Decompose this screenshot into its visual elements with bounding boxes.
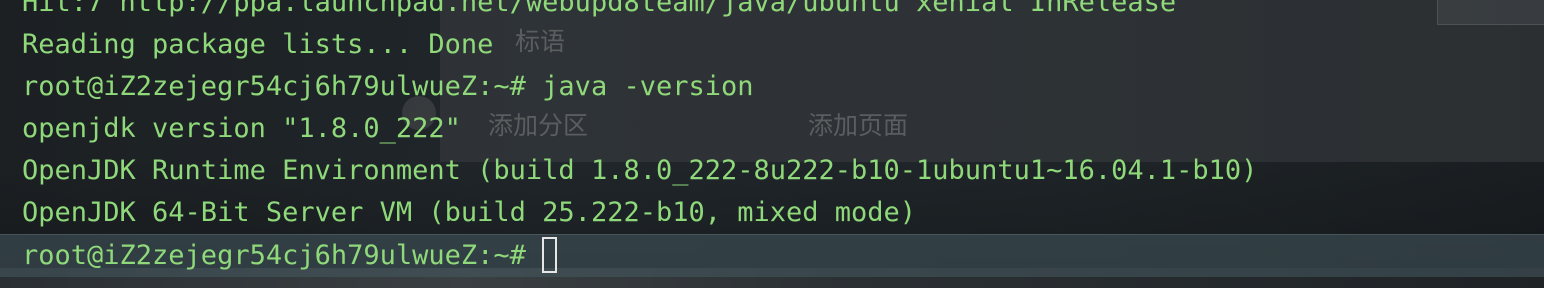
terminal-line: Hit:7 http://ppa.launchpad.net/webupd8te…	[22, 0, 1177, 18]
terminal-line: root@iZ2zejegr54cj6h79ulwueZ:~# java -ve…	[22, 71, 754, 102]
terminal-line: openjdk version "1.8.0_222"	[22, 113, 461, 144]
terminal-window[interactable]: 标语 添加分区 添加页面 Hit:7 http://ppa.launchpad.…	[0, 0, 1544, 288]
terminal-prompt: root@iZ2zejegr54cj6h79ulwueZ:~#	[22, 240, 543, 271]
terminal-input-line[interactable]: root@iZ2zejegr54cj6h79ulwueZ:~#	[0, 234, 1544, 277]
terminal-cursor	[542, 236, 558, 273]
terminal-line: OpenJDK 64-Bit Server VM (build 25.222-b…	[22, 197, 917, 228]
terminal-output: Hit:7 http://ppa.launchpad.net/webupd8te…	[0, 0, 1544, 277]
terminal-line: OpenJDK Runtime Environment (build 1.8.0…	[22, 155, 1258, 186]
terminal-line: Reading package lists... Done	[22, 29, 494, 60]
